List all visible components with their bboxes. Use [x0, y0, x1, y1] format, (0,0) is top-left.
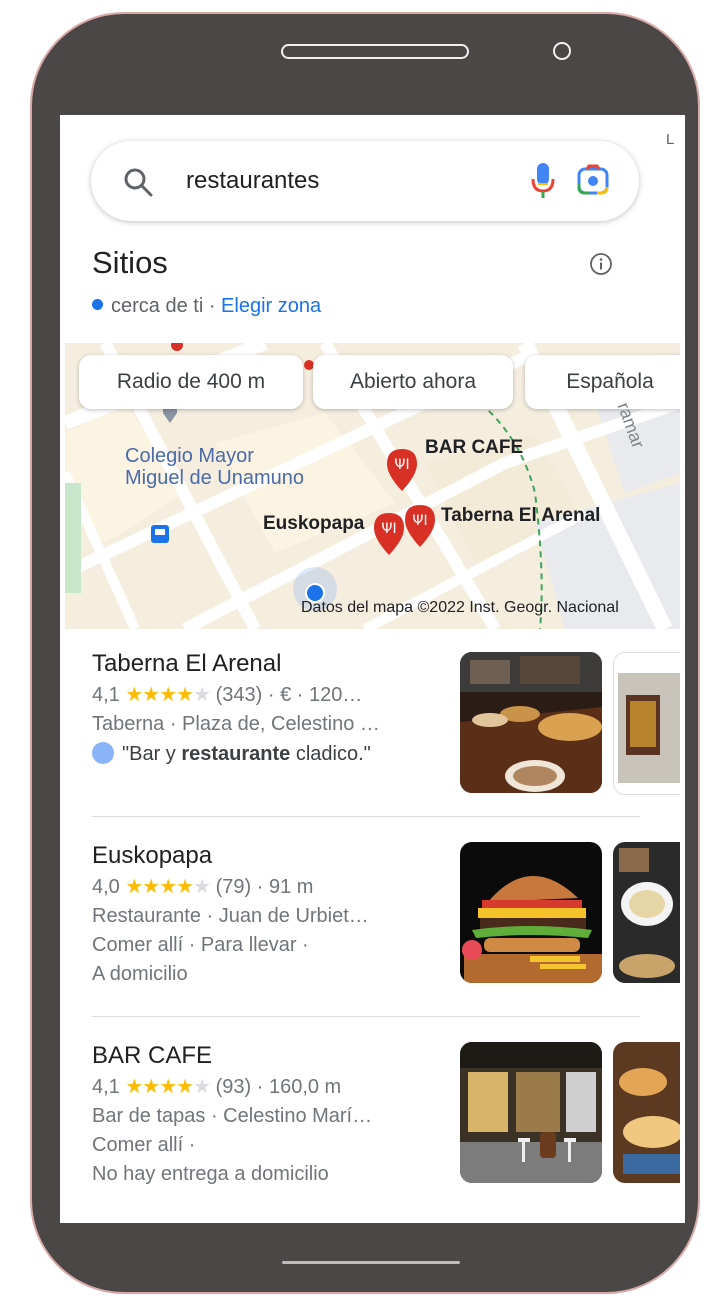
tapas-photo: [613, 1042, 685, 1183]
result-photo-secondary[interactable]: [613, 652, 685, 795]
result-meta: · 91 m: [256, 876, 314, 898]
bar-counter-photo: [460, 652, 602, 793]
review-count: (79): [215, 876, 252, 898]
user-avatar-icon: [92, 742, 114, 764]
rating-value: 4,0: [92, 876, 120, 898]
map-label-bar-cafe: BAR CAFE: [425, 437, 524, 458]
filter-chip-spanish[interactable]: Española: [525, 355, 680, 409]
rating-value: 4,1: [92, 1076, 120, 1098]
results-map[interactable]: ΨΙ ΨΙ ΨΙ Radio de 400 m Abierto ahora Es…: [65, 343, 680, 629]
result-meta: · € · 120…: [267, 684, 363, 706]
result-photo[interactable]: [460, 842, 602, 983]
location-row: cerca de ti · Elegir zona: [92, 295, 321, 318]
star-rating-icon: ★★★★★: [125, 876, 211, 898]
star-rating-icon: ★★★★★: [125, 1076, 211, 1098]
camera-lens-icon[interactable]: [575, 163, 611, 199]
review-count: (93): [215, 1076, 252, 1098]
search-icon: [124, 168, 153, 197]
result-photo-secondary[interactable]: [613, 1042, 685, 1183]
filter-chip-open-now[interactable]: Abierto ahora: [313, 355, 513, 409]
svg-text:ΨΙ: ΨΙ: [381, 521, 396, 537]
filter-chip-radius[interactable]: Radio de 400 m: [79, 355, 303, 409]
microphone-icon[interactable]: [529, 161, 557, 201]
choose-zone-link[interactable]: Elegir zona: [221, 295, 321, 317]
section-title: Sitios: [92, 245, 168, 280]
review-text-end: cladico.": [290, 743, 371, 765]
result-photo[interactable]: [460, 1042, 602, 1183]
result-photo-secondary[interactable]: [613, 842, 685, 983]
map-label-taberna: Taberna El Arenal: [441, 505, 601, 526]
svg-text:ΨΙ: ΨΙ: [394, 457, 409, 473]
location-dot-icon: [92, 299, 103, 310]
star-rating-icon: ★★★★★: [125, 684, 211, 706]
review-bold-text: restaurante: [181, 743, 291, 765]
result-divider: [92, 816, 640, 817]
screen: L restaurantes Sitios cerca de ti · Eleg…: [60, 115, 685, 1223]
speaker-grille: [281, 44, 469, 59]
search-bar[interactable]: restaurantes: [91, 141, 639, 221]
right-peek-text: L: [666, 131, 675, 148]
terrace-photo: [460, 1042, 602, 1183]
info-icon[interactable]: [589, 252, 613, 276]
svg-text:ΨΙ: ΨΙ: [412, 513, 427, 529]
review-text: "Bar y: [122, 743, 182, 765]
result-photo[interactable]: [460, 652, 602, 793]
home-indicator[interactable]: [282, 1261, 460, 1264]
result-meta: · 160,0 m: [256, 1076, 342, 1098]
map-attribution: Datos del mapa ©2022 Inst. Geogr. Nacion…: [301, 599, 619, 616]
food-table-photo: [613, 842, 685, 983]
map-label-college: Colegio Mayor Miguel de Unamuno: [125, 445, 304, 489]
review-count: (343): [215, 684, 263, 706]
result-divider: [92, 1016, 640, 1017]
search-input[interactable]: restaurantes: [186, 163, 319, 199]
map-label-euskopapa: Euskopapa: [263, 513, 365, 534]
screen-edge: [680, 115, 685, 1223]
rating-value: 4,1: [92, 684, 120, 706]
near-text: cerca de ti ·: [111, 295, 216, 317]
front-camera: [553, 42, 571, 60]
storefront-photo: [614, 653, 685, 794]
burger-photo: [460, 842, 602, 983]
